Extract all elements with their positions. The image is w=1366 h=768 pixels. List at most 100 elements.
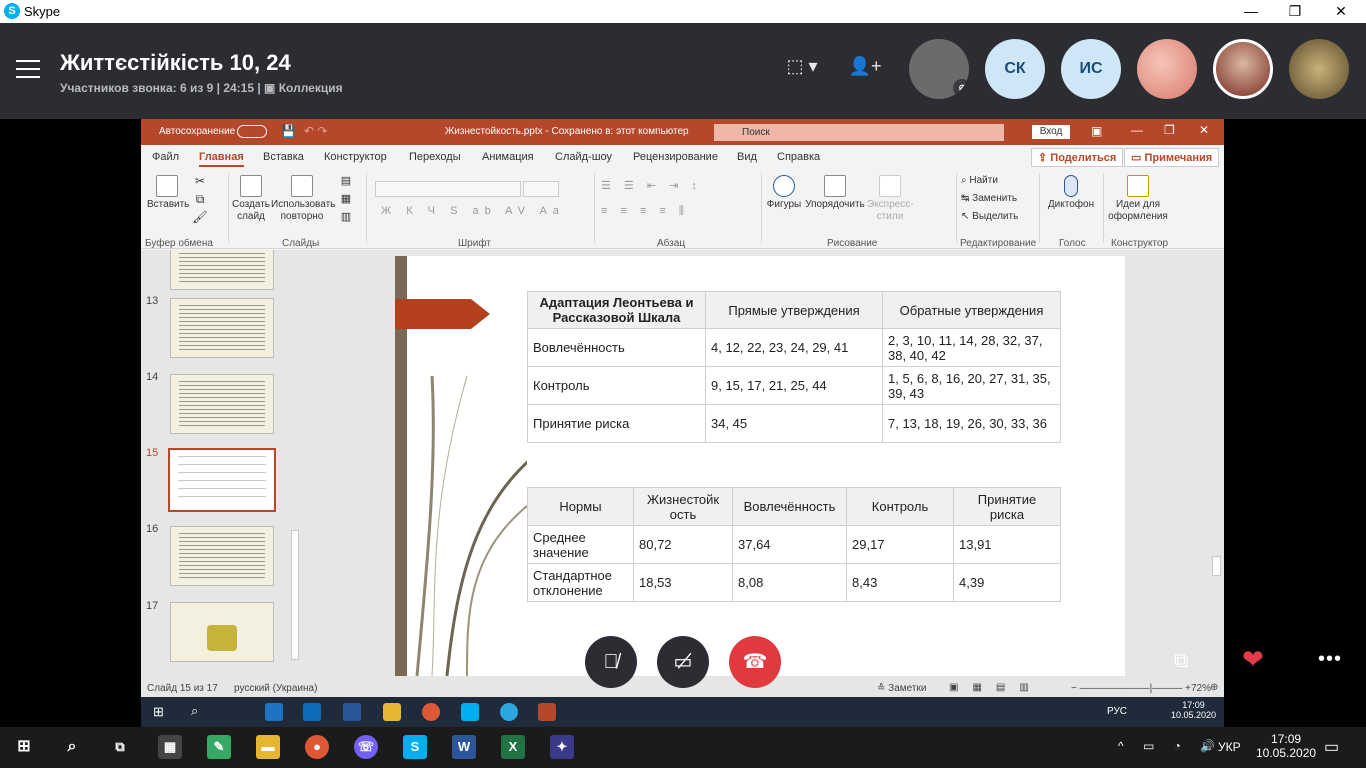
tab-help[interactable]: Справка [777, 151, 820, 163]
minimize-button[interactable]: — [1228, 0, 1274, 23]
save-icon[interactable]: 💾 [281, 124, 296, 138]
font-size-select[interactable] [523, 181, 559, 197]
quick-styles-button[interactable]: Экспресс-стили [867, 175, 914, 223]
font-family-select[interactable] [375, 181, 521, 197]
zoom-level[interactable]: 72% [1191, 683, 1211, 694]
heart-icon[interactable]: ❤ [1242, 644, 1264, 675]
fit-slide-icon[interactable]: ⊕ [1210, 682, 1218, 693]
tab-transitions[interactable]: Переходы [409, 151, 461, 163]
tab-design[interactable]: Конструктор [324, 151, 387, 163]
switch-camera-icon[interactable]: ⧉ [1174, 650, 1188, 673]
pp-minimize-button[interactable]: — [1131, 123, 1143, 137]
group-label: Редактирование [960, 238, 1037, 249]
tab-insert[interactable]: Вставка [263, 151, 304, 163]
language-indicator[interactable]: УКР [1218, 740, 1241, 754]
pp-restore-button[interactable]: ❐ [1164, 123, 1175, 137]
thumbnails-scrollbar[interactable] [288, 250, 302, 680]
slide-thumbnail[interactable] [170, 250, 274, 290]
collection-link[interactable]: Коллекция [279, 81, 343, 95]
participant-avatar[interactable]: ИС [1061, 39, 1123, 101]
signin-button[interactable]: Вход [1032, 125, 1070, 139]
participant-avatar[interactable] [1289, 39, 1351, 101]
tab-animations[interactable]: Анимация [482, 151, 534, 163]
excel-icon[interactable]: X [501, 735, 525, 759]
chat-icon[interactable]: ▭ [1100, 650, 1119, 675]
autosave-toggle[interactable] [237, 125, 267, 138]
tab-home[interactable]: Главная [199, 151, 244, 167]
explorer-icon[interactable]: ▬ [256, 735, 280, 759]
search-icon[interactable]: ⌕ [60, 735, 84, 759]
hang-up-button[interactable]: ☎ [729, 636, 781, 688]
word-icon[interactable]: W [452, 735, 476, 759]
close-button[interactable]: ✕ [1318, 0, 1364, 23]
tab-slideshow[interactable]: Слайд-шоу [555, 151, 612, 163]
select-button[interactable]: ↖ Выделить [961, 211, 1018, 222]
tab-review[interactable]: Рецензирование [633, 151, 718, 163]
paint-icon[interactable]: ✎ [207, 735, 231, 759]
share-button[interactable]: ⇪ Поделиться [1031, 148, 1124, 167]
slide-thumbnail[interactable] [170, 526, 274, 586]
scroll-thumb[interactable] [1212, 556, 1221, 576]
shapes-button[interactable]: Фигуры [766, 175, 802, 211]
more-options-icon[interactable]: ••• [1318, 648, 1342, 671]
layout-icon[interactable]: ▤ [336, 175, 356, 187]
ribbon-display-icon[interactable]: ▣ [1091, 124, 1102, 138]
participant-avatar[interactable]: СК [985, 39, 1047, 101]
slide-thumbnail[interactable] [170, 298, 274, 358]
chrome-icon[interactable]: ● [305, 735, 329, 759]
restore-button[interactable]: ❐ [1272, 0, 1318, 23]
paste-button[interactable]: Вставить [147, 175, 189, 211]
view-buttons[interactable]: ▣▦▤▥ [949, 682, 1043, 693]
system-tray-icons[interactable]: ^ ▭ ◔ 🔊 [1118, 739, 1223, 753]
arrange-button[interactable]: Упорядочить [803, 175, 867, 211]
task-view-icon[interactable]: ⧉ [108, 735, 132, 759]
slide-counter: Слайд 15 из 17 [147, 683, 218, 694]
participant-avatar[interactable] [1137, 39, 1199, 101]
design-ideas-button[interactable]: Идеи для оформления [1106, 175, 1170, 223]
copy-icon[interactable]: ⧉ [191, 193, 209, 205]
editor-scrollbar[interactable] [1209, 250, 1224, 680]
comments-button[interactable]: ▭ Примечания [1124, 148, 1220, 167]
start-button[interactable]: ⊞ [12, 735, 36, 759]
new-slide-button[interactable]: Создать слайд [231, 175, 271, 223]
pp-close-button[interactable]: ✕ [1199, 123, 1209, 137]
participant-avatar[interactable]: ⌀ [909, 39, 971, 101]
app-icon[interactable]: ✦ [550, 735, 574, 759]
slide-thumbnail-active[interactable] [168, 448, 276, 512]
lightning-icon [1127, 175, 1149, 197]
find-button[interactable]: ⌕ Найти [961, 175, 998, 186]
mute-button[interactable]: 🎙̸ [585, 636, 637, 688]
clock[interactable]: 17:09 10.05.2020 [1256, 732, 1316, 760]
scroll-thumb[interactable] [291, 530, 299, 660]
list-icons[interactable]: ☰ ☰ ⇤ ⇥ ↕ [601, 179, 702, 192]
viber-icon[interactable]: ☏ [354, 735, 378, 759]
calculator-icon[interactable]: ▦ [158, 735, 182, 759]
search-input[interactable]: Поиск [714, 124, 1004, 141]
video-toggle-button[interactable]: ▭̸ [657, 636, 709, 688]
slide-thumbnail[interactable] [170, 374, 274, 434]
section-icon[interactable]: ▥ [336, 211, 356, 223]
tab-file[interactable]: Файл [152, 151, 179, 163]
notes-button[interactable]: ≙ Заметки [877, 683, 926, 694]
align-icons[interactable]: ≡ ≡ ≡ ≡ ⫼ [601, 205, 689, 218]
screen-layout-icon[interactable]: ⬚ ▾ [782, 56, 822, 82]
format-painter-icon[interactable]: 🖌 [191, 211, 209, 223]
notifications-icon[interactable]: ▭ [1324, 737, 1339, 757]
replace-button[interactable]: ↹ Заменить [961, 193, 1017, 204]
zoom-slider[interactable]: − ———————|——— + [1071, 683, 1191, 694]
font-format-icons[interactable]: Ж К Ч S ab AV Aa [381, 205, 565, 217]
slide[interactable]: Адаптация Леонтьева и Рассказовой Шкала … [395, 256, 1125, 676]
add-participant-icon[interactable]: 👤+ [845, 56, 885, 82]
language-status[interactable]: русский (Украина) [234, 683, 317, 694]
undo-icon[interactable]: ↶ ↷ [304, 124, 327, 138]
skype-icon[interactable]: S [403, 735, 427, 759]
dictate-button[interactable]: Диктофон [1045, 175, 1097, 211]
slide-thumbnail[interactable] [170, 602, 274, 662]
reset-icon[interactable]: ▦ [336, 193, 356, 205]
participant-avatar-active[interactable] [1213, 39, 1275, 101]
menu-icon[interactable] [16, 60, 40, 80]
gallery-icon[interactable]: ▣ [264, 81, 279, 95]
cut-icon[interactable]: ✂ [191, 175, 209, 187]
tab-view[interactable]: Вид [737, 151, 757, 163]
reuse-slides-button[interactable]: Использовать повторно [271, 175, 335, 223]
